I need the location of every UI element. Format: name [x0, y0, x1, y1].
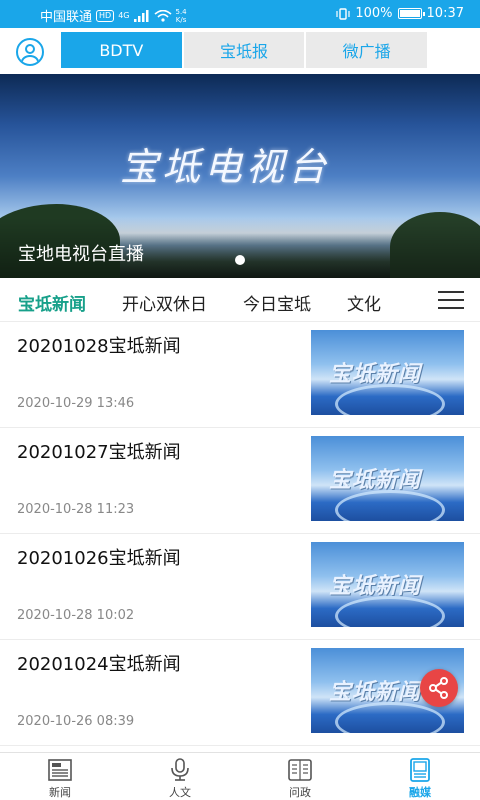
news-date: 2020-10-28 10:02	[17, 608, 135, 623]
user-profile-icon[interactable]	[16, 38, 44, 66]
status-right: 100% 10:37	[336, 6, 464, 21]
thumbnail-text: 宝坻新闻	[329, 574, 422, 599]
vibrate-icon	[336, 7, 350, 20]
news-title: 20201026宝坻新闻	[17, 548, 181, 569]
news-title: 20201024宝坻新闻	[17, 654, 181, 675]
news-thumbnail: 宝坻新闻	[311, 330, 464, 415]
nav-culture[interactable]: 人文	[120, 753, 240, 800]
news-title: 20201028宝坻新闻	[17, 336, 181, 357]
speed-unit: K/s	[175, 15, 187, 24]
nav-politics[interactable]: 问政	[240, 753, 360, 800]
battery-percent: 100%	[355, 6, 393, 21]
nav-label: 融媒	[409, 786, 431, 799]
network-label: 4G	[118, 11, 130, 20]
thumbnail-text: 宝坻新闻	[329, 468, 422, 493]
speed-value: 5.4	[175, 7, 187, 16]
category-menu-icon[interactable]	[422, 278, 480, 321]
share-button[interactable]	[420, 669, 458, 707]
share-icon	[429, 677, 448, 699]
media-icon	[410, 758, 430, 782]
category-baodi-news[interactable]: 宝坻新闻	[18, 290, 86, 315]
carousel-indicator	[0, 255, 480, 265]
nav-label: 人文	[169, 786, 191, 799]
thumbnail-ring	[335, 384, 445, 415]
news-item[interactable]: 20201026宝坻新闻 2020-10-28 10:02 宝坻新闻	[0, 534, 480, 640]
thumbnail-text: 宝坻新闻	[329, 362, 422, 387]
category-culture[interactable]: 文化	[347, 290, 381, 315]
thumbnail-ring	[335, 596, 445, 627]
channel-tabs: BDTV 宝坻报 微广播	[61, 32, 428, 68]
news-list: 20201028宝坻新闻 2020-10-29 13:46 宝坻新闻 20201…	[0, 322, 480, 746]
news-item[interactable]: 20201028宝坻新闻 2020-10-29 13:46 宝坻新闻	[0, 322, 480, 428]
battery-icon	[397, 8, 425, 19]
news-thumbnail: 宝坻新闻	[311, 542, 464, 627]
news-item[interactable]: 20201024宝坻新闻 2020-10-26 08:39 宝坻新闻	[0, 640, 480, 746]
tab-micro-broadcast[interactable]: 微广播	[306, 32, 428, 68]
tab-baodi-newspaper[interactable]: 宝坻报	[183, 32, 305, 68]
banner-logo-text: 宝坻电视台	[120, 145, 331, 189]
signal-icon	[133, 9, 148, 22]
category-list: 宝坻新闻 开心双休日 今日宝坻 文化	[18, 290, 381, 315]
network-speed: 5.4 K/s	[176, 8, 187, 24]
news-date: 2020-10-26 08:39	[17, 714, 135, 729]
nav-news[interactable]: 新闻	[0, 753, 120, 800]
news-title: 20201027宝坻新闻	[17, 442, 181, 463]
clock: 10:37	[426, 6, 464, 21]
tab-bdtv[interactable]: BDTV	[61, 32, 182, 68]
document-icon	[288, 759, 312, 781]
news-thumbnail: 宝坻新闻	[311, 436, 464, 521]
carousel-dot[interactable]	[235, 255, 245, 265]
nav-label: 新闻	[49, 786, 71, 799]
thumbnail-text: 宝坻新闻	[329, 680, 422, 705]
category-bar: 宝坻新闻 开心双休日 今日宝坻 文化	[0, 278, 480, 322]
thumbnail-ring	[335, 490, 445, 521]
microphone-icon	[171, 758, 189, 781]
bottom-nav: 新闻 人文 问政 融媒	[0, 752, 480, 800]
news-date: 2020-10-28 11:23	[17, 502, 135, 517]
status-left: 中国联通 HD 4G 5.4 K/s	[40, 6, 187, 26]
category-weekend[interactable]: 开心双休日	[122, 290, 207, 315]
carrier-label: 中国联通	[40, 10, 93, 25]
status-bar: 中国联通 HD 4G 5.4 K/s 100% 10:37	[0, 0, 480, 28]
newspaper-icon	[48, 759, 72, 781]
hd-badge: HD	[96, 9, 115, 22]
nav-label: 问政	[289, 786, 311, 799]
nav-media[interactable]: 融媒	[360, 753, 480, 800]
news-item[interactable]: 20201027宝坻新闻 2020-10-28 11:23 宝坻新闻	[0, 428, 480, 534]
app-header: BDTV 宝坻报 微广播	[0, 28, 480, 74]
news-date: 2020-10-29 13:46	[17, 396, 135, 411]
live-banner[interactable]: 宝坻电视台 宝地电视台直播	[0, 74, 480, 278]
category-today-baodi[interactable]: 今日宝坻	[243, 290, 311, 315]
wifi-icon	[153, 9, 172, 22]
